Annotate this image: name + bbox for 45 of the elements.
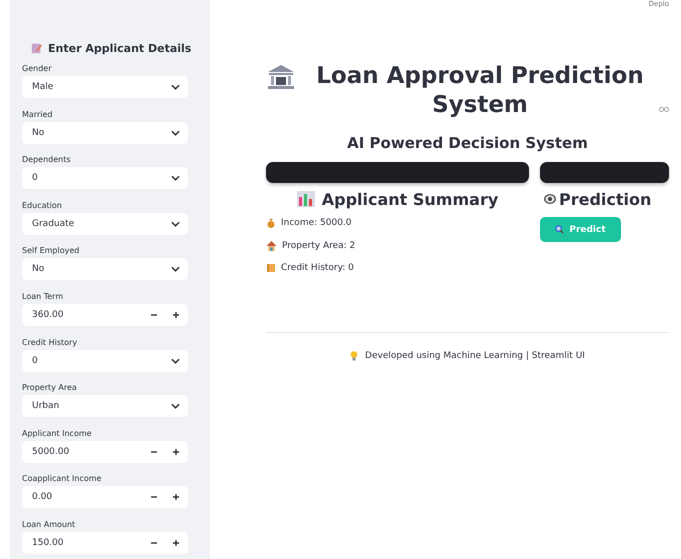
chevron-down-icon bbox=[171, 358, 180, 364]
field-label: Dependents bbox=[22, 155, 72, 166]
plus-icon[interactable] bbox=[172, 493, 180, 502]
chevron-down-icon bbox=[171, 84, 180, 90]
eye-icon bbox=[544, 194, 556, 204]
light-bulb-icon bbox=[350, 350, 358, 360]
summary-item: Property Area: 2 bbox=[282, 240, 356, 250]
summary-item: Income: 5000.0 bbox=[281, 218, 352, 228]
field-label: Married bbox=[22, 110, 54, 120]
summary-item: Credit History: 0 bbox=[281, 263, 354, 273]
dropdown[interactable]: Urban bbox=[22, 395, 188, 418]
field-label: Education bbox=[22, 200, 63, 211]
section-heading: Prediction bbox=[559, 190, 652, 208]
dropdown[interactable]: No bbox=[22, 258, 188, 280]
page-title: Loan Approval Prediction System bbox=[315, 62, 645, 120]
chevron-down-icon bbox=[171, 130, 180, 136]
dropdown[interactable]: 0 bbox=[22, 167, 188, 190]
chevron-down-icon bbox=[171, 403, 180, 410]
bank-icon bbox=[266, 64, 296, 90]
field-label: Loan Amount bbox=[22, 520, 76, 530]
chevron-down-icon bbox=[171, 266, 180, 272]
dropdown[interactable]: No bbox=[22, 122, 188, 144]
field-label: Gender bbox=[22, 64, 52, 74]
section-heading: Applicant Summary bbox=[322, 190, 498, 208]
plus-icon[interactable] bbox=[172, 310, 180, 319]
dropdown[interactable]: Graduate bbox=[22, 212, 188, 235]
field-label: Coapplicant Income bbox=[22, 474, 102, 484]
sidebar-title: Enter Applicant Details bbox=[48, 42, 192, 54]
field-label: Property Area bbox=[22, 383, 78, 394]
memo-icon bbox=[31, 42, 43, 54]
subtitle: AI Powered Decision System bbox=[346, 134, 589, 152]
search-icon bbox=[555, 225, 564, 234]
footer-text: Developed using Machine Learning | Streamlit UI bbox=[365, 350, 585, 360]
dropdown[interactable]: Male bbox=[22, 76, 188, 98]
house-icon bbox=[266, 240, 277, 250]
plus-icon[interactable] bbox=[172, 538, 180, 547]
chevron-down-icon bbox=[171, 220, 180, 227]
chevron-down-icon bbox=[171, 175, 180, 182]
field-label: Credit History bbox=[22, 338, 78, 348]
bar-chart-icon bbox=[296, 191, 315, 207]
field-label: Loan Term bbox=[22, 292, 64, 302]
field-label: Self Employed bbox=[22, 246, 80, 256]
plus-icon[interactable] bbox=[172, 448, 180, 456]
dropdown[interactable]: 0 bbox=[22, 350, 188, 372]
field-label: Applicant Income bbox=[22, 428, 93, 439]
